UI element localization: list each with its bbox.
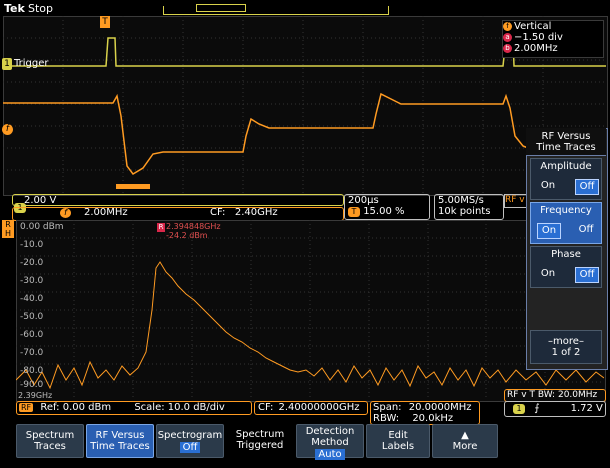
phase-off[interactable]: Off: [575, 267, 599, 283]
trigger-label: Trigger: [14, 58, 49, 69]
trigger-position: T 15.00 %: [345, 206, 429, 217]
frequency-trace: [3, 92, 529, 175]
frequency-icon: f: [503, 21, 512, 31]
phase-on[interactable]: On: [537, 267, 559, 281]
rf-ref-level: Ref: 0.00 dBm: [40, 402, 112, 413]
y-label-9: -90.0: [20, 380, 44, 390]
y-label-8: -80.0: [20, 366, 44, 376]
frequency-trace-marker: f: [2, 124, 13, 135]
span-value: 20.0000MHz: [408, 402, 472, 413]
phase-toggle[interactable]: Phase On Off: [530, 246, 602, 288]
rf-versus-time-traces-button[interactable]: RF Versus Time Traces: [86, 424, 154, 458]
amplitude-toggle[interactable]: Amplitude On Off: [530, 158, 602, 200]
frequency-on[interactable]: On: [537, 223, 561, 239]
spectrum-traces-button[interactable]: Spectrum Traces: [16, 424, 84, 458]
spectrum-triggered-label: Spectrum Triggered: [226, 424, 294, 458]
y-label-0: 0.00 dBm: [20, 222, 64, 232]
ch1-scale-value: 2.00 V: [24, 195, 57, 206]
trigger-readout[interactable]: 1 ⨍ 1.72 V: [504, 401, 606, 417]
vertical-readout: f Vertical a −1.50 div b 2.00MHz: [502, 20, 604, 58]
side-menu-more-button[interactable]: –more– 1 of 2: [530, 330, 602, 364]
spectrogram-button[interactable]: Spectrogram Off: [156, 424, 224, 458]
trigger-position-marker[interactable]: T: [100, 16, 110, 28]
marker-level: -24.2 dBm: [166, 231, 208, 240]
frequency-label: Frequency: [540, 205, 592, 216]
span-rbw-readout[interactable]: Span: 20.0000MHz RBW: 20.0kHz: [370, 401, 480, 425]
rf-side-tag: RH: [2, 220, 14, 238]
time-per-div: 200µs: [348, 195, 379, 206]
rf-reference-readout[interactable]: RF Ref: 0.00 dBm Scale: 10.0 dB/div: [16, 401, 252, 415]
record-length: 10k points: [438, 206, 491, 217]
y-label-1: -10.0: [20, 240, 44, 250]
y-label-7: -70.0: [20, 348, 44, 358]
center-frequency-label: CF:: [258, 402, 274, 413]
rfvt-value: 20.0MHz: [557, 390, 598, 400]
marker-readout: 2.394848GHz -24.2 dBm: [166, 222, 221, 240]
rf-scale: Scale: 10.0 dB/div: [134, 402, 225, 413]
cf-value: 2.40GHz: [234, 207, 278, 218]
ch1-trigger-tag: 1: [2, 58, 12, 70]
trigger-level: 1.72 V: [570, 403, 603, 414]
vertical-offset: −1.50 div: [514, 32, 563, 43]
horizontal-readout[interactable]: 200µs T 15.00 %: [344, 194, 430, 220]
y-label-3: -30.0: [20, 276, 44, 286]
vertical-title: Vertical: [514, 21, 552, 32]
y-label-4: -40.0: [20, 294, 44, 304]
offset-a-icon: a: [503, 32, 512, 42]
record-view-marker: [196, 4, 246, 12]
cf-label: CF: 2.40GHz: [210, 207, 278, 218]
sample-rate-readout[interactable]: 5.00MS/s 10k points: [434, 194, 504, 220]
frequency-tag-icon: f: [60, 208, 71, 218]
side-menu-title: RF Versus Time Traces: [526, 128, 606, 156]
frequency-toggle[interactable]: Frequency On Off: [530, 202, 602, 244]
trigger-window-bar: [116, 184, 150, 189]
frequency-off[interactable]: Off: [575, 223, 597, 237]
rfvt-label: RF v T BW:: [507, 390, 556, 400]
start-frequency-label: 2.39GHz: [18, 391, 53, 400]
detection-method-button[interactable]: Detection Method Auto: [296, 424, 364, 460]
center-frequency-readout[interactable]: CF: 2.40000000GHz: [254, 401, 368, 415]
up-arrow-icon: ▲: [461, 430, 469, 441]
y-label-2: -20.0: [20, 258, 44, 268]
rbw-value: 20.0kHz: [412, 413, 454, 424]
trigger-source-tag: 1: [513, 404, 525, 414]
center-frequency-value: 2.40000000GHz: [278, 402, 360, 413]
y-label-5: -50.0: [20, 312, 44, 322]
vertical-scale: 2.00MHz: [514, 43, 558, 54]
reference-marker-tag[interactable]: R: [157, 223, 165, 232]
frequency-scale-value: 2.00MHz: [84, 207, 128, 218]
spectrum-plot: [16, 220, 604, 400]
scale-b-icon: b: [503, 43, 512, 53]
edit-labels-button[interactable]: Edit Labels: [366, 424, 430, 458]
more-button[interactable]: ▲ More: [432, 424, 498, 458]
ch1-scale-readout[interactable]: [12, 194, 344, 206]
brand-logo: Tek: [4, 2, 25, 15]
sample-rate: 5.00MS/s: [438, 195, 484, 206]
rbw-label: RBW:: [373, 413, 400, 424]
y-label-6: -60.0: [20, 330, 44, 340]
phase-label: Phase: [551, 249, 581, 260]
amplitude-on[interactable]: On: [537, 179, 559, 193]
amplitude-off[interactable]: Off: [575, 179, 599, 195]
marker-frequency: 2.394848GHz: [166, 222, 221, 231]
rf-tag: RF: [19, 403, 34, 412]
acquisition-status: Stop: [28, 2, 54, 15]
span-label: Span:: [373, 402, 402, 413]
amplitude-label: Amplitude: [540, 161, 592, 172]
trigger-slope-icon: ⨍: [534, 403, 540, 414]
